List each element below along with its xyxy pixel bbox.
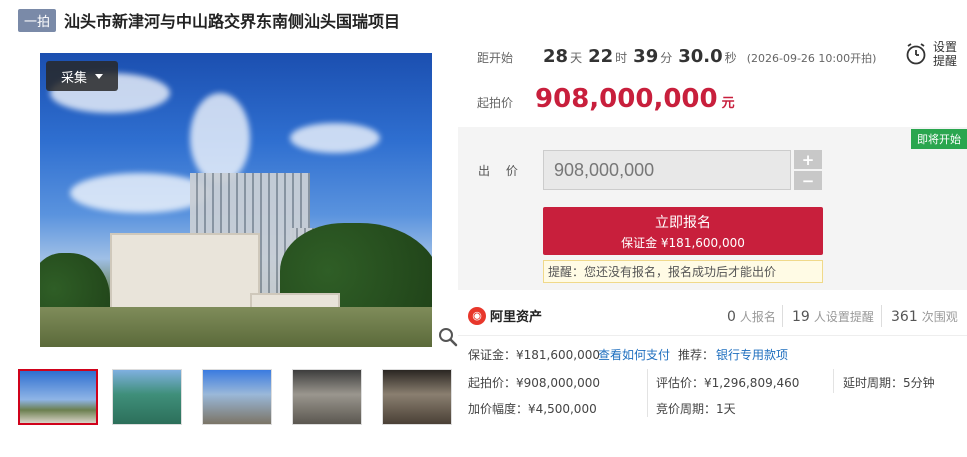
- signup-button[interactable]: 立即报名 保证金 ¥181,600,000: [543, 207, 823, 255]
- start-price-unit: 元: [721, 96, 735, 111]
- stat-divider: [881, 305, 882, 327]
- chevron-down-icon: [95, 73, 103, 79]
- cloud-shape: [290, 123, 380, 153]
- ali-assets-logo: ◉ 阿里资产: [468, 306, 542, 325]
- days-unit: 天: [570, 51, 583, 65]
- thumbnail-3[interactable]: [202, 369, 272, 425]
- countdown-days: 28: [543, 46, 569, 67]
- ali-brand-text: 阿里资产: [490, 310, 543, 325]
- page-title: 汕头市新津河与中山路交界东南侧汕头国瑞项目: [64, 12, 401, 31]
- main-photo[interactable]: [40, 53, 432, 347]
- status-badge: 即将开始: [911, 129, 967, 149]
- reminder-count-label: 人设置提醒: [813, 310, 874, 324]
- cloud-shape: [190, 93, 250, 183]
- start-price-row: 起拍价 908,000,000 元: [477, 84, 735, 114]
- bid-amount-input[interactable]: 908,000,000: [543, 150, 791, 190]
- start-time-note: (2026-09-26 10:00开拍): [746, 52, 877, 65]
- signup-notice: 提醒：您还没有报名，报名成功后才能出价: [543, 260, 823, 283]
- countdown-label: 距开始: [477, 51, 514, 65]
- signup-count-label: 人报名: [739, 310, 776, 324]
- detail-divider: [647, 369, 648, 417]
- set-reminder-label: 设置提醒: [933, 40, 958, 68]
- zoom-icon[interactable]: [437, 326, 459, 348]
- detail-bid-period: 竞价周期：1天: [656, 402, 736, 416]
- recommend-label: 推荐：: [678, 348, 715, 362]
- set-reminder-button[interactable]: 设置提醒: [905, 40, 961, 68]
- auction-page: 一拍 汕头市新津河与中山路交界东南侧汕头国瑞项目 采集 距开始 28 天 22 …: [0, 0, 967, 457]
- decrease-bid-button[interactable]: −: [794, 171, 822, 190]
- signup-count: 0 人报名: [727, 308, 776, 325]
- minutes-unit: 分: [660, 51, 673, 65]
- signup-count-num: 0: [727, 309, 736, 325]
- detail-start-price: 起拍价：¥908,000,000: [468, 376, 600, 390]
- countdown-seconds: 30.0: [678, 46, 723, 67]
- title-row: 一拍 汕头市新津河与中山路交界东南侧汕头国瑞项目: [18, 8, 400, 32]
- countdown-minutes: 39: [633, 46, 659, 67]
- cloud-shape: [70, 173, 210, 213]
- signup-deposit: 保证金 ¥181,600,000: [621, 235, 745, 250]
- detail-assessed-price: 评估价：¥1,296,809,460: [656, 376, 800, 390]
- thumbnail-2[interactable]: [112, 369, 182, 425]
- increase-bid-button[interactable]: +: [794, 150, 822, 169]
- signup-label: 立即报名: [655, 214, 711, 231]
- bank-payment-link[interactable]: 银行专用款项: [716, 346, 788, 363]
- countdown-hours: 22: [588, 46, 614, 67]
- start-price-value: 908,000,000: [535, 84, 718, 114]
- countdown: 距开始 28 天 22 时 39 分 30.0 秒 (2026-09-26 10…: [477, 46, 876, 67]
- start-price-label: 起拍价: [477, 96, 514, 110]
- how-to-pay-link[interactable]: 查看如何支付: [598, 346, 670, 363]
- thumbnail-5[interactable]: [382, 369, 452, 425]
- reminder-count-num: 19: [792, 309, 810, 325]
- view-count: 361 次围观: [891, 308, 958, 325]
- detail-deposit: 保证金：¥181,600,000: [468, 348, 600, 362]
- auction-type-tag: 一拍: [18, 8, 57, 32]
- collect-button[interactable]: 采集: [46, 61, 118, 91]
- thumbnail-1[interactable]: [18, 369, 98, 425]
- bid-label: 出 价: [478, 164, 524, 178]
- ali-logo-icon: ◉: [468, 306, 486, 325]
- reminder-count: 19 人设置提醒: [792, 308, 874, 325]
- hours-unit: 时: [615, 51, 628, 65]
- alarm-clock-icon: [906, 43, 926, 65]
- seconds-unit: 秒: [724, 51, 737, 65]
- view-count-num: 361: [891, 309, 918, 325]
- view-count-label: 次围观: [921, 310, 958, 324]
- thumbnail-4[interactable]: [292, 369, 362, 425]
- detail-delay-period: 延时周期：5分钟: [843, 376, 935, 390]
- detail-divider: [833, 369, 834, 393]
- detail-increment: 加价幅度：¥4,500,000: [468, 402, 597, 416]
- stat-divider: [782, 305, 783, 327]
- collect-label: 采集: [60, 70, 87, 86]
- grass-shape: [40, 307, 432, 347]
